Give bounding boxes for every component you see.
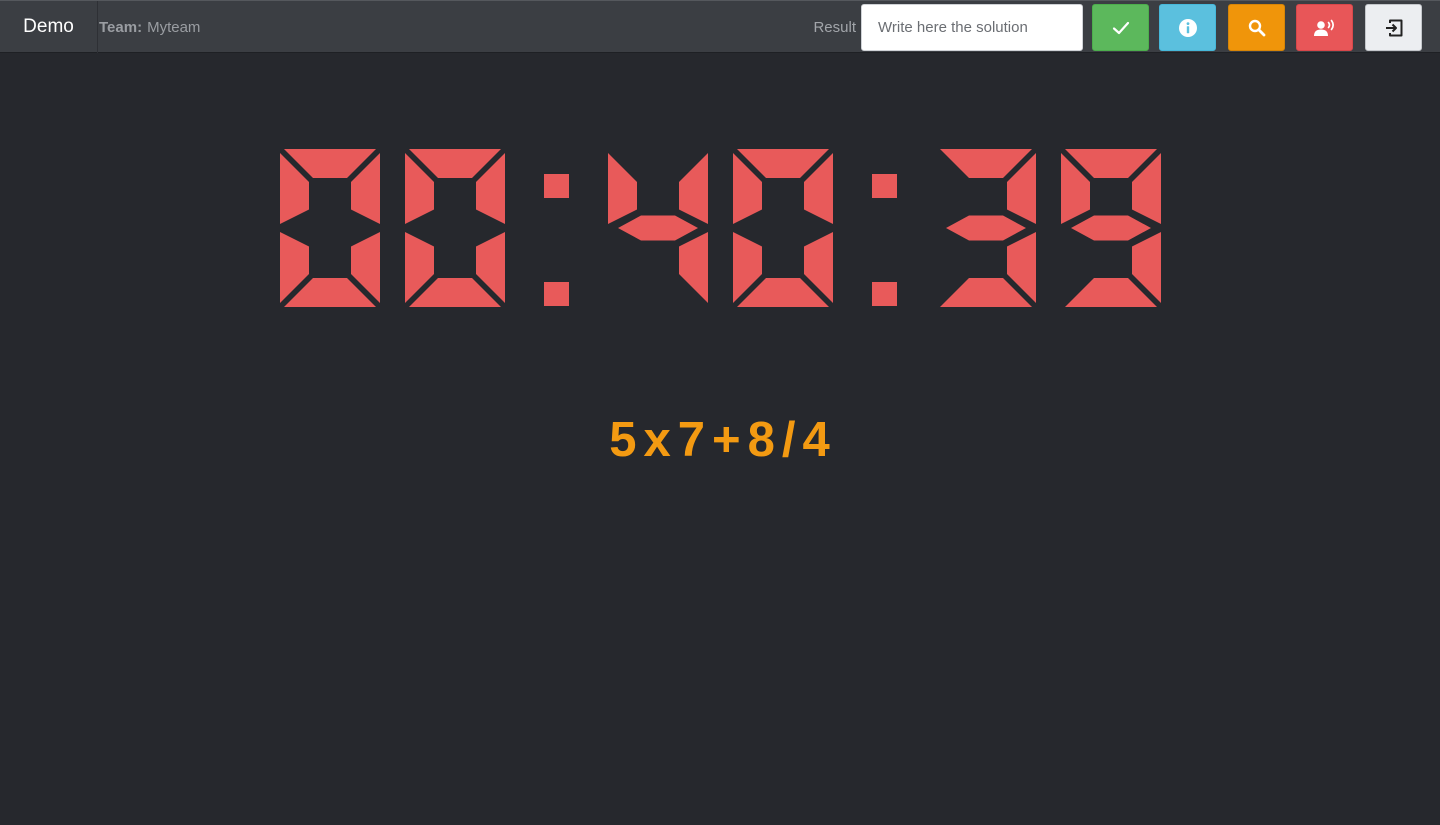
search-icon (1248, 19, 1265, 36)
countdown-timer (0, 138, 1440, 318)
exit-button[interactable] (1365, 4, 1422, 51)
app-brand[interactable]: Demo (0, 1, 98, 53)
check-icon (1112, 21, 1129, 34)
result-label: Result (813, 18, 856, 36)
timer-colon (872, 174, 897, 306)
timer-colon (544, 174, 569, 306)
team-name: Myteam (147, 18, 201, 36)
solution-input[interactable] (861, 4, 1083, 51)
timer-digit (1061, 149, 1161, 307)
seven-segment-display (280, 149, 1161, 307)
search-button[interactable] (1228, 4, 1285, 51)
exit-icon (1385, 19, 1402, 36)
math-problem: 5 x 7 +8/4 (0, 412, 1440, 468)
timer-digit (405, 149, 505, 307)
timer-digit (733, 149, 833, 307)
problem-token: 8 (747, 413, 776, 467)
top-navbar: Demo Team: Myteam Result (0, 0, 1440, 53)
info-button[interactable] (1159, 4, 1216, 51)
team-label: Team: (99, 18, 143, 36)
timer-digit (940, 149, 1036, 307)
problem-token: 5 (609, 413, 638, 467)
voice-icon (1313, 19, 1334, 36)
info-icon (1178, 18, 1197, 37)
voice-button[interactable] (1296, 4, 1353, 51)
problem-token: 7 (677, 413, 706, 467)
problem-token: x (643, 413, 672, 467)
timer-digit (608, 153, 708, 303)
timer-digit (280, 149, 380, 307)
problem-token: / (781, 413, 797, 467)
team-info: Team: Myteam (99, 1, 200, 53)
problem-token: 4 (802, 413, 831, 467)
problem-token: + (712, 413, 742, 467)
submit-solution-button[interactable] (1092, 4, 1149, 51)
